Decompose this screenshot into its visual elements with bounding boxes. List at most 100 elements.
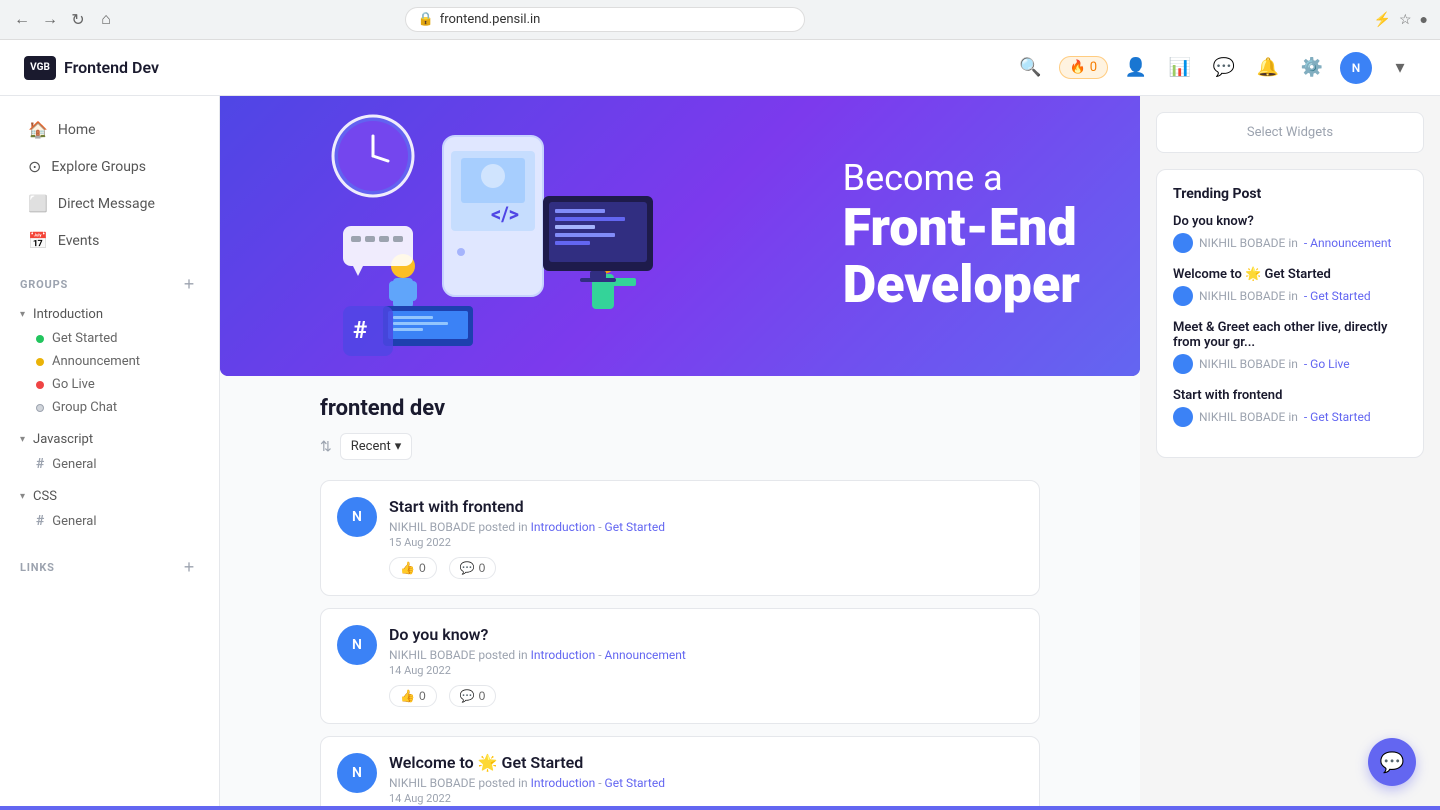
user-profile-button[interactable]: 👤 bbox=[1120, 52, 1152, 84]
widget-select-label: Select Widgets bbox=[1247, 125, 1333, 140]
post-title-1[interactable]: Start with frontend bbox=[389, 497, 1023, 516]
extensions-icon[interactable]: ⚡ bbox=[1374, 12, 1391, 28]
chat-icon[interactable]: 💬 bbox=[1208, 52, 1240, 84]
channel-go-live[interactable]: Go Live bbox=[20, 373, 199, 396]
sidebar-item-direct-message[interactable]: ⬜ Direct Message bbox=[8, 186, 211, 221]
post-channel-link-1a[interactable]: Introduction bbox=[531, 520, 596, 534]
post-channel-link-2a[interactable]: Introduction bbox=[531, 648, 596, 662]
trending-channel-link-4[interactable]: - Get Started bbox=[1304, 410, 1371, 424]
bookmark-icon[interactable]: ☆ bbox=[1399, 12, 1412, 28]
sidebar: 🏠 Home ⊙ Explore Groups ⬜ Direct Message… bbox=[0, 96, 220, 810]
main-layout: 🏠 Home ⊙ Explore Groups ⬜ Direct Message… bbox=[0, 96, 1440, 810]
sidebar-item-explore-groups[interactable]: ⊙ Explore Groups bbox=[8, 149, 211, 184]
hero-banner-bg: </> bbox=[220, 96, 1140, 376]
like-count-2: 0 bbox=[419, 689, 426, 703]
profile-icon[interactable]: ● bbox=[1420, 11, 1428, 28]
trending-item-title-1: Do you know? bbox=[1173, 214, 1407, 229]
trending-channel-link-2[interactable]: - Get Started bbox=[1304, 289, 1371, 303]
group-name-introduction: Introduction bbox=[33, 307, 103, 322]
chat-fab-icon: 💬 bbox=[1380, 750, 1405, 775]
filter-sort-icon: ⇅ bbox=[320, 439, 332, 455]
post-header-3: N Welcome to 🌟 Get Started NIKHIL BOBADE… bbox=[337, 753, 1023, 810]
events-icon: 📅 bbox=[28, 231, 48, 250]
home-button[interactable]: ⌂ bbox=[96, 10, 116, 30]
post-content-1: Start with frontend NIKHIL BOBADE posted… bbox=[389, 497, 1023, 579]
add-group-button[interactable]: + bbox=[179, 274, 199, 294]
hash-icon-css-general: # bbox=[36, 513, 44, 529]
like-button-1[interactable]: 👍 0 bbox=[389, 557, 437, 579]
channel-announcement[interactable]: Announcement bbox=[20, 350, 199, 373]
channel-group-chat[interactable]: Group Chat bbox=[20, 396, 199, 419]
trending-channel-link-3[interactable]: - Go Live bbox=[1304, 357, 1350, 371]
url-text: frontend.pensil.in bbox=[440, 12, 541, 27]
trending-item-2: Welcome to 🌟 Get Started NIKHIL BOBADE i… bbox=[1173, 267, 1407, 306]
post-card-1: N Start with frontend NIKHIL BOBADE post… bbox=[320, 480, 1040, 596]
channel-js-general[interactable]: # General bbox=[20, 452, 199, 476]
post-title-2[interactable]: Do you know? bbox=[389, 625, 1023, 644]
post-channel-link-3b[interactable]: Get Started bbox=[605, 776, 665, 790]
filter-select[interactable]: Recent ▾ bbox=[340, 433, 413, 460]
add-link-button[interactable]: + bbox=[179, 557, 199, 577]
fire-icon: 🔥 bbox=[1070, 60, 1086, 75]
sidebar-explore-label: Explore Groups bbox=[51, 159, 146, 175]
hero-text: Become a Front-End Developer bbox=[843, 159, 1080, 313]
trending-item-1: Do you know? NIKHIL BOBADE in - Announce… bbox=[1173, 214, 1407, 253]
trending-author-4: NIKHIL BOBADE in bbox=[1199, 410, 1298, 424]
comment-button-1[interactable]: 💬 0 bbox=[449, 557, 497, 579]
trending-avatar-3 bbox=[1173, 354, 1193, 374]
trending-channel-link-1[interactable]: - Announcement bbox=[1304, 236, 1392, 250]
fire-badge[interactable]: 🔥 0 bbox=[1059, 56, 1109, 79]
post-channel-link-1b[interactable]: Get Started bbox=[605, 520, 665, 534]
hash-icon-js-general: # bbox=[36, 456, 44, 472]
address-bar[interactable]: 🔒 frontend.pensil.in bbox=[405, 7, 805, 32]
channel-label-announcement: Announcement bbox=[52, 354, 140, 369]
home-icon: 🏠 bbox=[28, 120, 48, 139]
trending-item-meta-4: NIKHIL BOBADE in - Get Started bbox=[1173, 407, 1407, 427]
trending-item-title-2: Welcome to 🌟 Get Started bbox=[1173, 267, 1407, 282]
like-icon-2: 👍 bbox=[400, 689, 415, 703]
widget-select-box[interactable]: Select Widgets bbox=[1156, 112, 1424, 153]
post-avatar-2: N bbox=[337, 625, 377, 665]
channel-dot-get-started bbox=[36, 335, 44, 343]
hero-line2: Front-End bbox=[843, 199, 1080, 256]
group-name-javascript: Javascript bbox=[33, 432, 93, 447]
channel-label-css-general: General bbox=[52, 514, 96, 529]
search-button[interactable]: 🔍 bbox=[1015, 52, 1047, 84]
channel-get-started[interactable]: Get Started bbox=[20, 327, 199, 350]
channel-css-general[interactable]: # General bbox=[20, 509, 199, 533]
comment-button-2[interactable]: 💬 0 bbox=[449, 685, 497, 707]
user-avatar[interactable]: N bbox=[1340, 52, 1372, 84]
chat-fab-button[interactable]: 💬 bbox=[1368, 738, 1416, 786]
trending-item-title-3: Meet & Greet each other live, directly f… bbox=[1173, 320, 1407, 350]
group-item-introduction[interactable]: ▾ Introduction bbox=[20, 302, 199, 327]
refresh-button[interactable]: ↻ bbox=[68, 10, 88, 30]
filter-chevron: ▾ bbox=[395, 439, 402, 454]
sidebar-item-events[interactable]: 📅 Events bbox=[8, 223, 211, 258]
forward-button[interactable]: → bbox=[40, 10, 60, 30]
notification-bell[interactable]: 🔔 bbox=[1252, 52, 1284, 84]
sidebar-item-home[interactable]: 🏠 Home bbox=[8, 112, 211, 147]
trending-item-4: Start with frontend NIKHIL BOBADE in - G… bbox=[1173, 388, 1407, 427]
channel-label-js-general: General bbox=[52, 457, 96, 472]
comment-count-1: 0 bbox=[479, 561, 486, 575]
browser-toolbar-right: ⚡ ☆ ● bbox=[1374, 11, 1428, 28]
like-icon-1: 👍 bbox=[400, 561, 415, 575]
back-button[interactable]: ← bbox=[12, 10, 32, 30]
analytics-icon[interactable]: 📊 bbox=[1164, 52, 1196, 84]
post-card-3: N Welcome to 🌟 Get Started NIKHIL BOBADE… bbox=[320, 736, 1040, 810]
settings-icon[interactable]: ⚙️ bbox=[1296, 52, 1328, 84]
channel-label-get-started: Get Started bbox=[52, 331, 117, 346]
post-date-2: 14 Aug 2022 bbox=[389, 664, 1023, 677]
channel-label-go-live: Go Live bbox=[52, 377, 95, 392]
post-actions-2: 👍 0 💬 0 bbox=[389, 685, 1023, 707]
post-avatar-1: N bbox=[337, 497, 377, 537]
group-item-javascript[interactable]: ▾ Javascript bbox=[20, 427, 199, 452]
post-channel-link-3a[interactable]: Introduction bbox=[531, 776, 596, 790]
svg-text:</>: </> bbox=[491, 202, 519, 226]
like-button-2[interactable]: 👍 0 bbox=[389, 685, 437, 707]
post-title-3[interactable]: Welcome to 🌟 Get Started bbox=[389, 753, 1023, 772]
group-item-css[interactable]: ▾ CSS bbox=[20, 484, 199, 509]
post-channel-link-2b[interactable]: Announcement bbox=[605, 648, 686, 662]
dropdown-chevron[interactable]: ▾ bbox=[1384, 52, 1416, 84]
fire-count: 0 bbox=[1090, 60, 1097, 75]
